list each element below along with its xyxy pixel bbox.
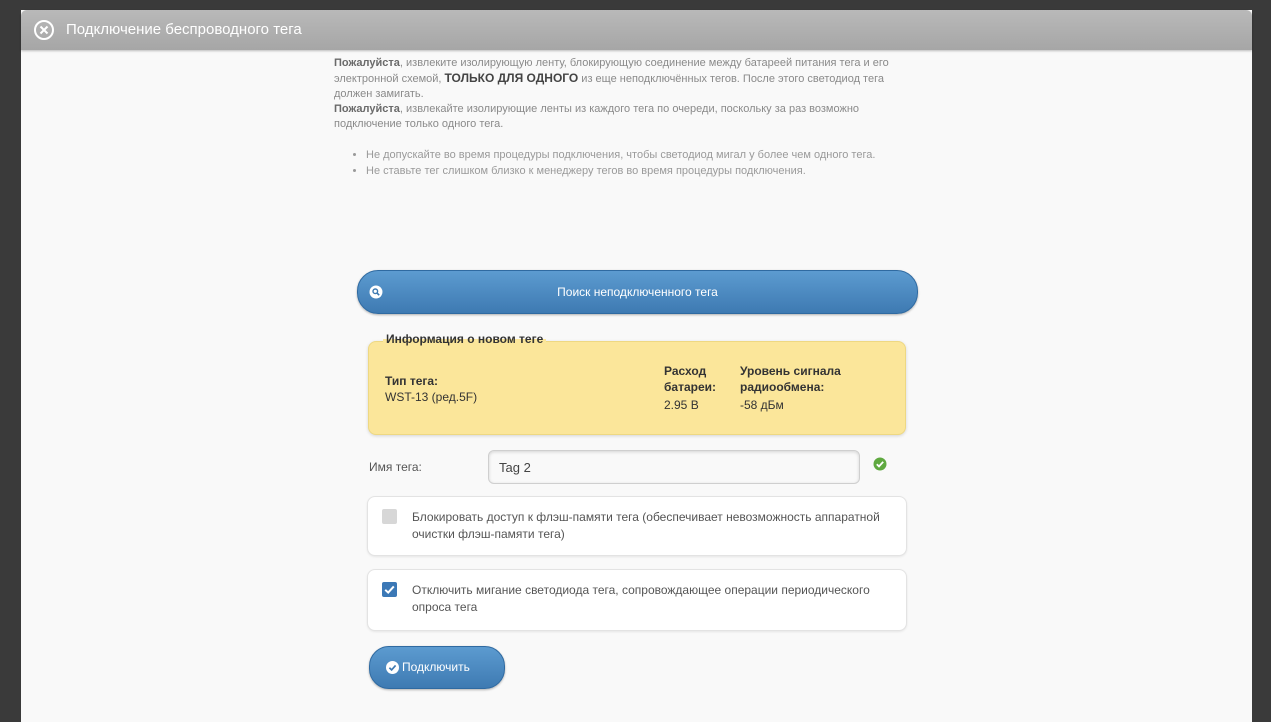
connect-button-label: Подключить: [402, 660, 470, 674]
tag-name-label: Имя тега:: [369, 460, 422, 474]
notes-list: Не допускайте во время процедуры подключ…: [334, 148, 894, 178]
check-icon: [386, 661, 399, 674]
signal-label-2: радиообмена:: [740, 380, 825, 394]
search-unconnected-tag-button[interactable]: Поиск неподключенного тега: [357, 270, 918, 314]
disable-led-text: Отключить мигание светодиода тега, сопро…: [412, 583, 870, 614]
dialog-titlebar: Подключение беспроводного тега: [21, 10, 1252, 50]
battery-value: 2.95 В: [664, 398, 699, 412]
lock-flash-text: Блокировать доступ к флэш-памяти тега (о…: [412, 510, 880, 541]
check-icon: [384, 585, 395, 595]
ok-icon: [873, 457, 887, 471]
disable-led-option[interactable]: Отключить мигание светодиода тега, сопро…: [367, 569, 907, 631]
info-legend: Информация о новом теге: [383, 332, 547, 346]
tag-type-value: WST-13 (ред.5F): [385, 390, 478, 404]
instructions: Пожалуйста, извлеките изолирующую ленту,…: [334, 56, 894, 180]
signal-value: -58 дБм: [740, 398, 784, 412]
battery-label-2: батареи:: [664, 380, 717, 394]
intro-part-3: , извлекайте изолирующие ленты из каждог…: [334, 103, 860, 130]
note-item: Не допускайте во время процедуры подключ…: [366, 148, 894, 162]
close-icon[interactable]: [33, 19, 55, 41]
intro-emphasis: ТОЛЬКО ДЛЯ ОДНОГО: [444, 71, 579, 85]
connect-button[interactable]: Подключить: [369, 646, 505, 689]
tag-type-label: Тип тега:: [385, 374, 439, 388]
lock-flash-checkbox[interactable]: [382, 509, 397, 524]
search-button-label: Поиск неподключенного тега: [557, 285, 718, 299]
disable-led-checkbox[interactable]: [382, 582, 397, 597]
intro-please-1: Пожалуйста: [334, 57, 400, 69]
note-item: Не ставьте тег слишком близко к менеджер…: [366, 164, 894, 178]
intro-text: Пожалуйста, извлеките изолирующую ленту,…: [334, 56, 894, 132]
battery-label-1: Расход: [664, 364, 707, 378]
signal-label-1: Уровень сигнала: [740, 364, 841, 378]
tag-name-input[interactable]: [488, 450, 860, 484]
dialog-title: Подключение беспроводного тега: [66, 21, 302, 38]
new-tag-info: [368, 341, 906, 435]
intro-please-2: Пожалуйста: [334, 103, 400, 115]
lock-flash-option[interactable]: Блокировать доступ к флэш-памяти тега (о…: [367, 496, 907, 556]
